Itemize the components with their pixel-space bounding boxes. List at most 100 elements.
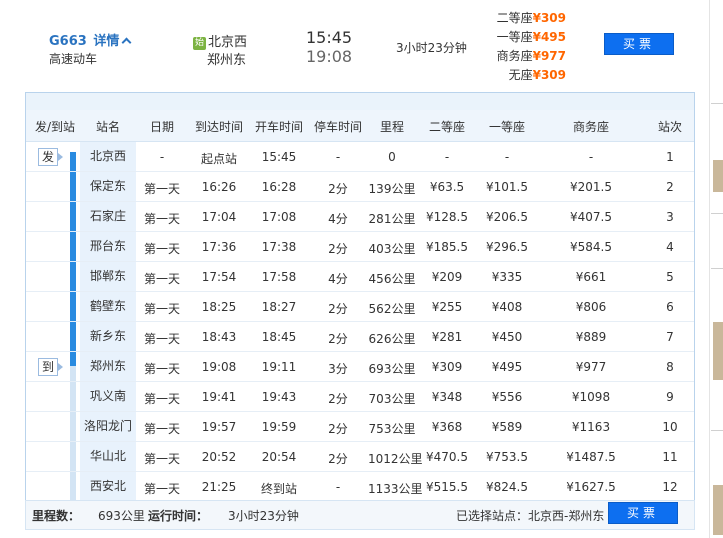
depart-time: 20:54 [261, 450, 297, 464]
distance: 693公里 [368, 362, 416, 376]
duration: 3小时23分钟 [396, 41, 467, 55]
station-name: 华山北 [80, 442, 136, 471]
date: 第一天 [143, 362, 180, 376]
first-class-price: ¥556 [491, 390, 523, 404]
stop-duration: 4分 [328, 272, 348, 286]
arrive-time: 19:57 [201, 420, 237, 434]
stop-duration: 2分 [328, 182, 348, 196]
table-row: 洛阳龙门 第一天 19:57 19:59 2分 753公里 ¥368 ¥589 ¥1163 10 [26, 412, 694, 442]
col-header: 二等座 [428, 120, 465, 134]
date: 第一天 [143, 182, 180, 196]
price-value: ¥977 [532, 49, 566, 63]
col-header: 站名 [95, 120, 120, 134]
thumbnail-image [713, 485, 723, 535]
first-class-price: ¥450 [491, 330, 523, 344]
thumbnail-image [713, 160, 723, 192]
station-name: 邯郸东 [80, 262, 136, 291]
arrive-time: 19:08 [201, 360, 237, 374]
depart-time: 15:45 [306, 28, 353, 47]
table-row: 保定东 第一天 16:26 16:28 2分 139公里 ¥63.5 ¥101.5 ¥201.5… [26, 172, 694, 202]
table-row: 邯郸东 第一天 17:54 17:58 4分 456公里 ¥209 ¥335 ¥661 5 [26, 262, 694, 292]
station-name: 鹤壁东 [80, 292, 136, 321]
stop-duration: - [335, 150, 341, 164]
table-row: 西安北 第一天 21:25 终到站 - 1133公里 ¥515.5 ¥824.5 ¥1627.5… [26, 472, 694, 502]
station-name: 石家庄 [80, 202, 136, 231]
distance-label: 里程数： [32, 509, 81, 523]
station-name: 西安北 [80, 472, 136, 501]
arrive-time: 19:08 [306, 47, 353, 66]
first-class-price: ¥296.5 [486, 240, 528, 254]
table-row: 郑州东 第一天 19:08 19:11 3分 693公里 ¥309 ¥495 ¥977 8 [26, 352, 694, 382]
second-class-price: ¥309 [431, 360, 463, 374]
col-header: 停车时间 [313, 120, 362, 134]
table-row: 巩义南 第一天 19:41 19:43 2分 703公里 ¥348 ¥556 ¥1098 9 [26, 382, 694, 412]
station-name: 郑州东 [80, 352, 136, 381]
distance: 456公里 [368, 272, 416, 286]
stop-duration: 4分 [328, 212, 348, 226]
stop-index: 12 [662, 480, 678, 494]
chevron-up-icon[interactable] [121, 37, 132, 48]
depart-time: 16:28 [261, 180, 297, 194]
distance: 562公里 [368, 302, 416, 316]
buy-button[interactable]: 买票 [604, 33, 674, 55]
station-name: 北京西 [80, 142, 136, 171]
second-class-price: - [444, 150, 450, 164]
edge-divider [711, 103, 723, 104]
train-number[interactable]: G663 详情 [49, 30, 132, 49]
date: 第一天 [143, 422, 180, 436]
arrive-time: 19:41 [201, 390, 237, 404]
depart-time: 18:27 [261, 300, 297, 314]
right-edge [709, 0, 723, 538]
table-row: 新乡东 第一天 18:43 18:45 2分 626公里 ¥281 ¥450 ¥889 7 [26, 322, 694, 352]
date: - [159, 150, 165, 164]
train-number-text[interactable]: G663 [49, 34, 87, 49]
col-header: 里程 [379, 120, 404, 134]
arrive-time: 18:25 [201, 300, 237, 314]
col-header: 到达时间 [194, 120, 243, 134]
first-class-price: ¥495 [491, 360, 523, 374]
stop-index: 4 [666, 240, 674, 254]
depart-time: 终到站 [260, 482, 297, 496]
distance: 139公里 [368, 182, 416, 196]
depart-time: 15:45 [261, 150, 297, 164]
distance: 281公里 [368, 212, 416, 226]
seat-label: 商务座 [496, 49, 533, 63]
station-name: 洛阳龙门 [80, 412, 136, 441]
detail-toggle[interactable]: 详情 [93, 34, 119, 49]
edge-rule [709, 0, 710, 538]
station-name: 新乡东 [80, 322, 136, 351]
thumbnail-image [713, 322, 723, 380]
footer-buy-button[interactable]: 买票 [608, 502, 678, 524]
col-header: 开车时间 [254, 120, 303, 134]
table-row: 鹤壁东 第一天 18:25 18:27 2分 562公里 ¥255 ¥408 ¥806 6 [26, 292, 694, 322]
arrive-time: 16:26 [201, 180, 237, 194]
date: 第一天 [143, 272, 180, 286]
train-result: G663 详情 高速动车 始北京西 郑州东 15:45 19:08 3小时23分… [0, 0, 709, 538]
first-class-price: ¥753.5 [486, 450, 528, 464]
second-class-price: ¥209 [431, 270, 463, 284]
distance: 1012公里 [368, 452, 423, 466]
date: 第一天 [143, 302, 180, 316]
arrive-time: 17:54 [201, 270, 237, 284]
arrive-time: 17:36 [201, 240, 237, 254]
second-class-price: ¥348 [431, 390, 463, 404]
first-class-price: ¥824.5 [486, 480, 528, 494]
business-price: ¥889 [575, 330, 607, 344]
seat-label: 一等座 [496, 30, 533, 44]
business-price: ¥201.5 [570, 180, 612, 194]
date: 第一天 [143, 392, 180, 406]
arrive-time: 起点站 [200, 152, 237, 166]
date: 第一天 [143, 212, 180, 226]
table-row: 华山北 第一天 20:52 20:54 2分 1012公里 ¥470.5 ¥753.5 ¥148… [26, 442, 694, 472]
business-price: ¥977 [575, 360, 607, 374]
distance: 626公里 [368, 332, 416, 346]
from-station-name: 北京西 [208, 35, 248, 50]
first-class-price: ¥335 [491, 270, 523, 284]
summary-footer: 里程数： 693公里 运行时间： 3小时23分钟 已选择站点： 北京西-郑州东 [25, 500, 695, 530]
arrive-time: 17:04 [201, 210, 237, 224]
depart-time: 18:45 [261, 330, 297, 344]
train-summary-row: G663 详情 高速动车 始北京西 郑州东 15:45 19:08 3小时23分… [0, 0, 709, 92]
runtime-label: 运行时间： [148, 509, 209, 523]
origin-badge-icon: 始 [193, 37, 206, 50]
table-row: 石家庄 第一天 17:04 17:08 4分 281公里 ¥128.5 ¥206.5 ¥407.… [26, 202, 694, 232]
